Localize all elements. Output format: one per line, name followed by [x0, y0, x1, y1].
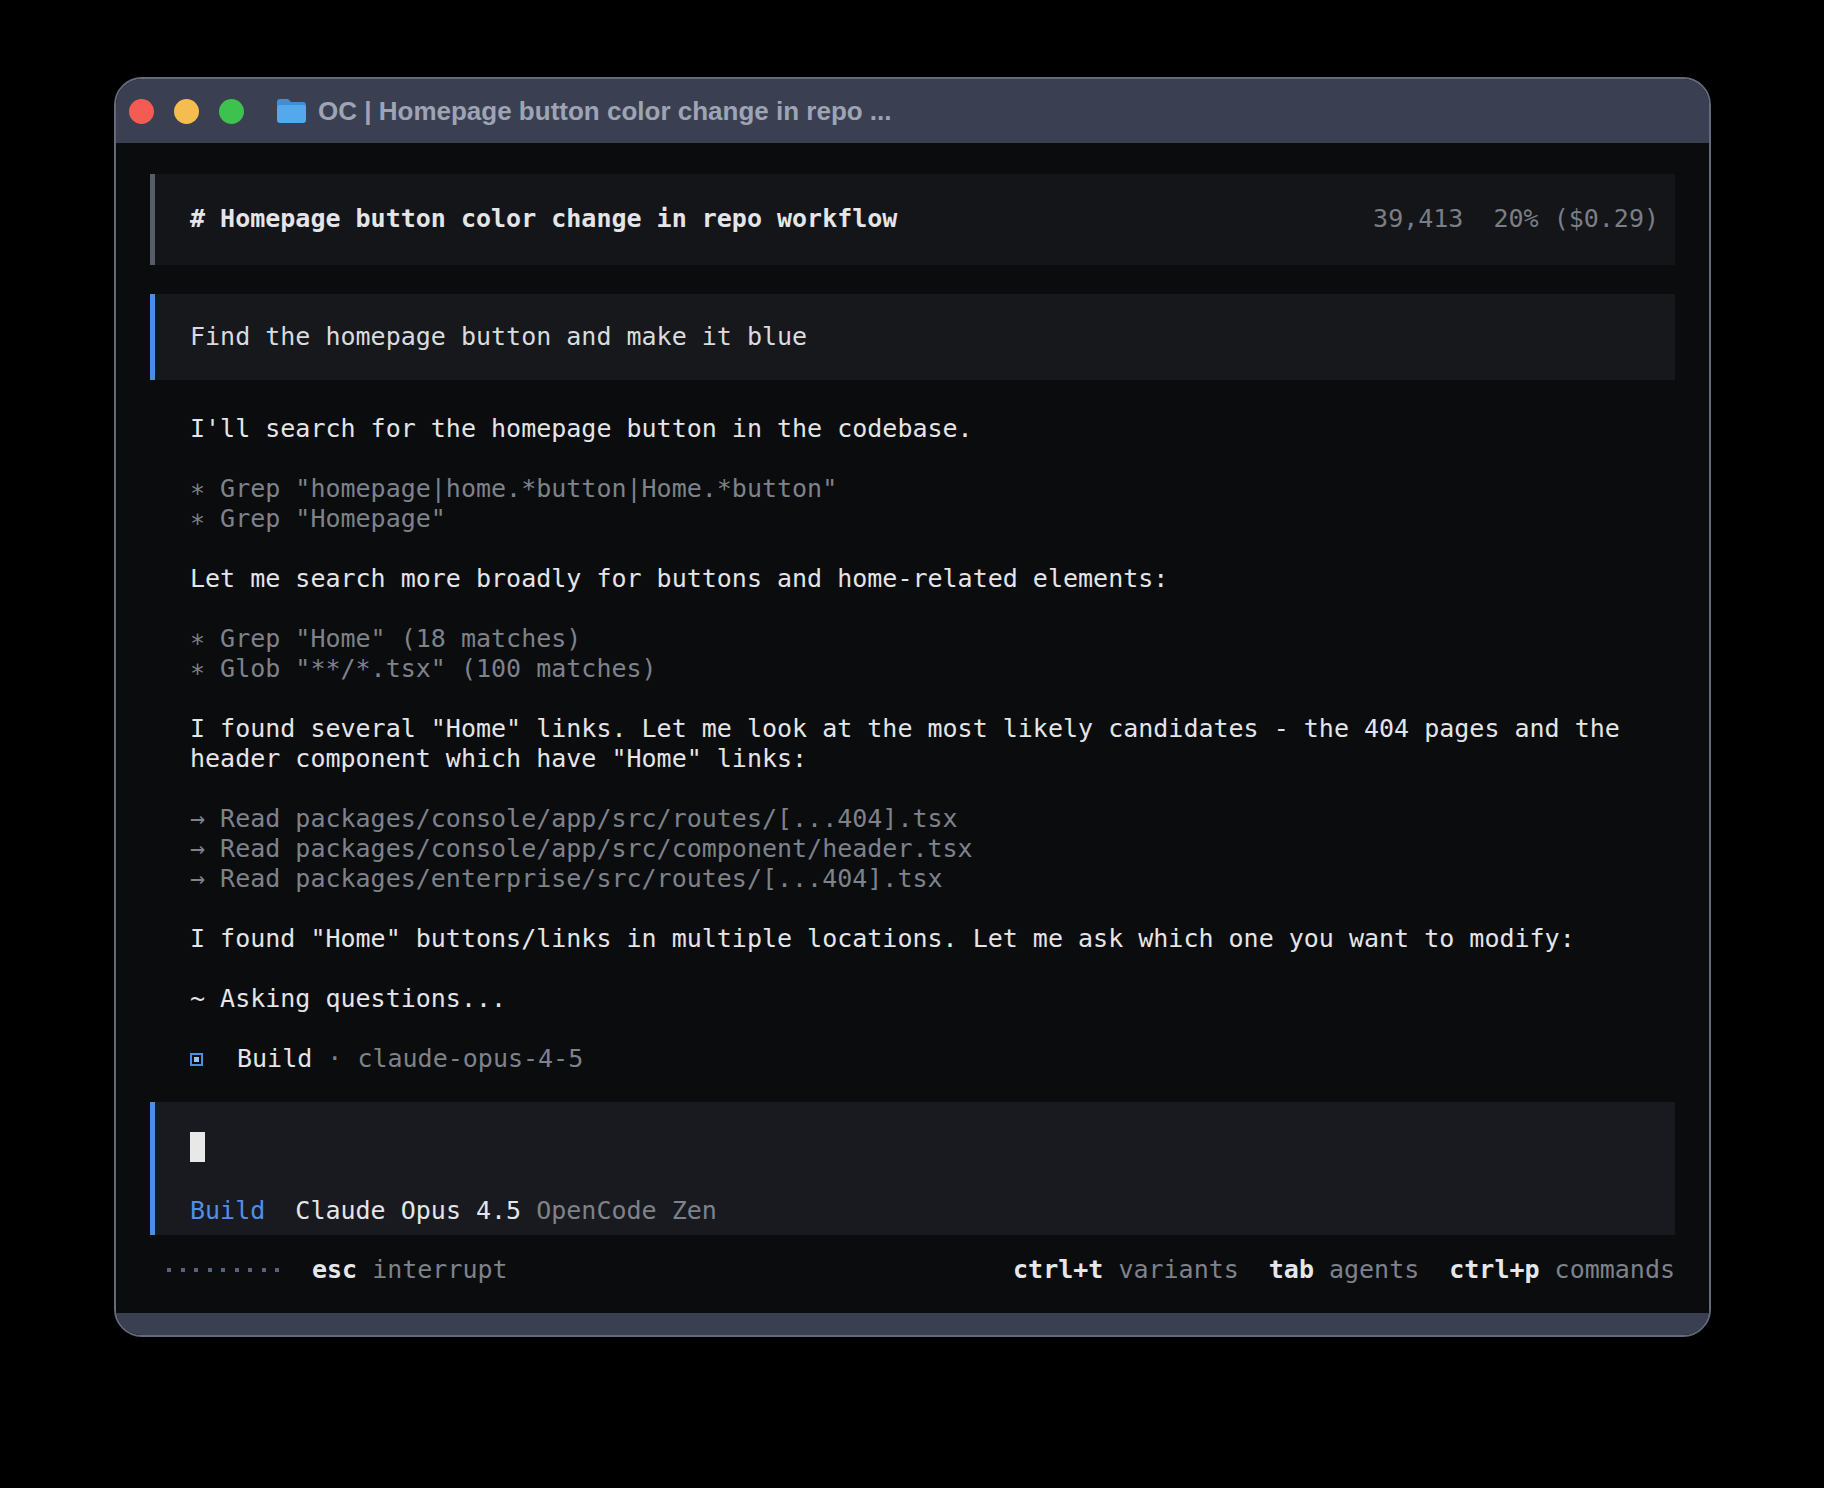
shortcut-commands: ctrl+pcommands [1449, 1255, 1675, 1285]
minimize-button[interactable] [174, 99, 199, 124]
model-line: Build Claude Opus 4.5 OpenCode Zen [190, 1196, 1659, 1226]
input-provider: OpenCode Zen [521, 1196, 717, 1225]
titlebar[interactable]: OC | Homepage button color change in rep… [116, 79, 1709, 143]
shortcut-hints: ctrl+tvariants tabagents ctrl+pcommands [1013, 1255, 1675, 1285]
tool-call-line: → Read packages/console/app/src/routes/[… [190, 804, 1660, 834]
shortcut-esc: escinterrupt [312, 1255, 508, 1285]
terminal-window: OC | Homepage button color change in rep… [114, 77, 1711, 1337]
assistant-text: I found "Home" buttons/links in multiple… [190, 924, 1660, 954]
session-header: # Homepage button color change in repo w… [150, 174, 1675, 265]
activity-dots [167, 1268, 279, 1272]
tool-call-line: → Read packages/enterprise/src/routes/[.… [190, 864, 1660, 894]
agent-line: Build · claude-opus-4-5 [190, 1044, 1675, 1074]
tool-calls: ∗ Grep "homepage|home.*button|Home.*butt… [190, 474, 1660, 534]
tool-calls: → Read packages/console/app/src/routes/[… [190, 804, 1660, 894]
tool-call-line: → Read packages/console/app/src/componen… [190, 834, 1660, 864]
tool-call-line: ∗ Grep "Home" (18 matches) [190, 624, 1660, 654]
user-message-text: Find the homepage button and make it blu… [190, 322, 807, 351]
user-message: Find the homepage button and make it blu… [150, 294, 1675, 380]
agent-model: · claude-opus-4-5 [312, 1044, 583, 1074]
terminal-content: # Homepage button color change in repo w… [116, 143, 1709, 1313]
input-mode: Build [190, 1196, 265, 1225]
shortcut-variants: ctrl+tvariants [1013, 1255, 1239, 1285]
assistant-text: Let me search more broadly for buttons a… [190, 564, 1660, 594]
tool-call-line: ∗ Glob "**/*.tsx" (100 matches) [190, 654, 1660, 684]
tool-calls: ∗ Grep "Home" (18 matches)∗ Glob "**/*.t… [190, 624, 1660, 684]
session-stats: 39,413 20% ($0.29) [1373, 204, 1659, 234]
session-title: # Homepage button color change in repo w… [190, 204, 897, 234]
zoom-button[interactable] [219, 99, 244, 124]
text-cursor [190, 1132, 205, 1162]
window-bottom-bar [116, 1313, 1709, 1335]
context-cost: 20% ($0.29) [1493, 204, 1659, 233]
input-model: Claude Opus 4.5 [265, 1196, 521, 1225]
window-title: OC | Homepage button color change in rep… [318, 96, 892, 127]
tool-call-line: ∗ Grep "homepage|home.*button|Home.*butt… [190, 474, 1660, 504]
status-bar: escinterrupt ctrl+tvariantstabagentsctrl… [150, 1255, 1675, 1285]
prompt-input[interactable]: Build Claude Opus 4.5 OpenCode Zen [150, 1102, 1675, 1235]
tool-call-line: ∗ Grep "Homepage" [190, 504, 1660, 534]
assistant-text: I'll search for the homepage button in t… [190, 414, 1660, 444]
agent-name: Build [237, 1044, 312, 1074]
agent-icon [190, 1053, 203, 1066]
shortcut-agents: tabagents [1269, 1255, 1419, 1285]
assistant-status: ~ Asking questions... [190, 984, 1660, 1014]
token-count: 39,413 [1373, 204, 1463, 233]
assistant-text: I found several "Home" links. Let me loo… [190, 714, 1660, 774]
close-button[interactable] [129, 99, 154, 124]
folder-icon [276, 98, 307, 124]
